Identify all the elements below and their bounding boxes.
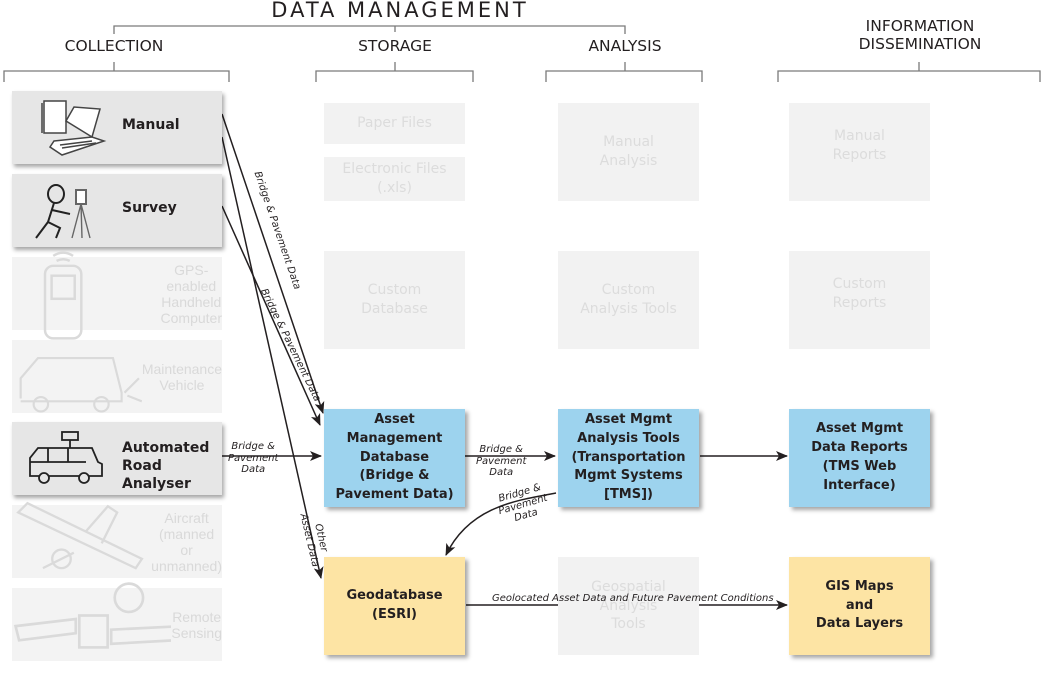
dissemination-custom-reports[interactable]: Custom Reports [789,251,930,349]
source-label: Automated Road Analyser [122,440,210,493]
dissemination-manual-reports[interactable]: Manual Reports [789,103,930,201]
category-collection: COLLECTION [64,37,164,55]
storage-geodatabase[interactable]: Geodatabase (ESRI) [324,557,465,655]
surveyor-icon [35,184,91,239]
bracket-storage [315,70,474,82]
edge-label-geo-to-gis: Geolocated Asset Data and Future Pavemen… [492,593,774,604]
source-aircraft[interactable]: Aircraft (manned or unmanned) [12,501,222,578]
storage-paper-files[interactable]: Paper Files [324,103,465,144]
edge-label-ara: Bridge & Pavement Data [228,441,279,475]
maintenance-van-icon [19,356,142,413]
dissemination-asset-mgmt-reports[interactable]: Asset Mgmt Data Reports (TMS Web Interfa… [789,409,930,507]
analysis-custom-tools[interactable]: Custom Analysis Tools [558,251,699,349]
analysis-manual[interactable]: Manual Analysis [558,103,699,201]
dissemination-gis-maps[interactable]: GIS Maps and Data Layers [789,557,930,655]
source-label: Survey [122,200,177,216]
diagram-title: DATA MANAGEMENT [271,0,529,22]
source-remote-sensing[interactable]: Remote Sensing [12,582,222,661]
source-gps-handheld[interactable]: GPS-enabled Handheld Computer [12,251,222,340]
source-maintenance-vehicle[interactable]: Maintenance Vehicle [12,340,222,413]
handheld-gps-icon [43,251,83,340]
category-analysis: ANALYSIS [588,37,662,55]
analysis-geospatial-tools[interactable]: Geospatial Analysis Tools [558,557,699,655]
category-storage: STORAGE [358,37,432,55]
notebook-laptop-icon [41,100,107,156]
source-automated-road-analyser[interactable]: Automated Road Analyser [12,422,222,495]
source-manual[interactable]: Manual [12,91,222,164]
source-survey[interactable]: Survey [12,174,222,247]
edge-label-db-to-tools: Bridge & Pavement Data [476,444,527,478]
source-label: Manual [122,117,180,133]
bracket-data-management [113,25,626,34]
source-label: GPS-enabled Handheld Computer [160,261,222,326]
storage-asset-management-database[interactable]: Asset Management Database (Bridge & Pave… [324,409,465,507]
category-dissemination: INFORMATION DISSEMINATION [858,17,982,53]
source-label: Maintenance Vehicle [141,360,222,393]
satellite-icon [13,582,172,649]
source-label: Remote Sensing [171,608,222,641]
source-label: Aircraft (manned or unmanned) [151,509,222,574]
bracket-analysis [545,70,703,82]
camera-van-icon [29,431,103,484]
analysis-asset-mgmt-tools[interactable]: Asset Mgmt Analysis Tools (Transportatio… [558,409,699,507]
storage-electronic-files[interactable]: Electronic Files (.xls) [324,157,465,201]
bracket-dissemination [777,70,1041,82]
bracket-collection [3,70,230,82]
storage-custom-database[interactable]: Custom Database [324,251,465,349]
